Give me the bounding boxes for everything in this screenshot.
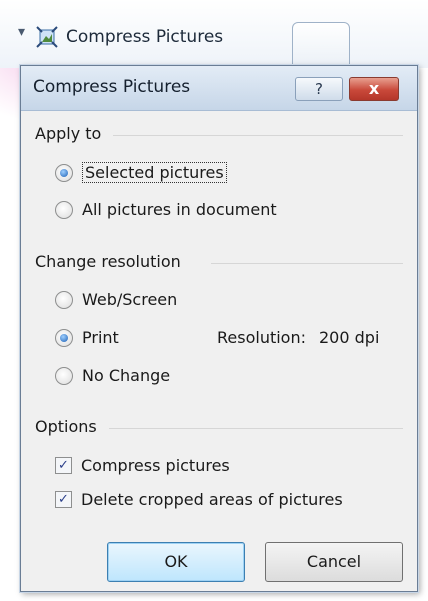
checkbox-delete-cropped-label: Delete cropped areas of pictures (81, 490, 343, 509)
screenshot-stage: ▾ Compress Pictures Compress Pictures ? … (0, 0, 428, 601)
resolution-value: 200 dpi (319, 328, 380, 347)
group-divider (211, 263, 403, 264)
compress-pictures-icon (36, 26, 58, 48)
compress-pictures-ribbon-button[interactable]: Compress Pictures (36, 20, 223, 54)
checkbox-checked[interactable]: ✓ (55, 491, 72, 508)
radio-button-selected[interactable] (55, 328, 73, 347)
radio-web-screen[interactable]: Web/Screen (55, 290, 177, 309)
help-button[interactable]: ? (295, 77, 343, 101)
resolution-label: Resolution: (217, 328, 306, 347)
radio-button[interactable] (55, 290, 73, 309)
options-group-label: Options (35, 417, 97, 436)
ribbon-button-label: Compress Pictures (66, 27, 224, 47)
radio-print[interactable]: Print (55, 328, 119, 347)
group-divider (109, 428, 403, 429)
cancel-button[interactable]: Cancel (265, 542, 403, 582)
checkbox-compress-pictures-label: Compress pictures (81, 456, 230, 475)
ribbon-strip: ▾ Compress Pictures (0, 0, 428, 72)
radio-selected-pictures-label: Selected pictures (82, 162, 227, 183)
dropdown-arrow-icon[interactable]: ▾ (18, 24, 25, 40)
ok-button[interactable]: OK (107, 542, 245, 582)
radio-no-change[interactable]: No Change (55, 366, 170, 385)
close-button[interactable]: x (349, 77, 399, 101)
radio-print-label: Print (82, 328, 119, 347)
compress-pictures-dialog: Compress Pictures ? x Apply to Selected … (20, 65, 418, 592)
apply-to-group-label: Apply to (35, 124, 102, 143)
radio-all-pictures-label: All pictures in document (82, 200, 277, 219)
radio-all-pictures[interactable]: All pictures in document (55, 200, 277, 219)
dialog-title: Compress Pictures (33, 77, 191, 97)
radio-selected-pictures[interactable]: Selected pictures (55, 162, 227, 183)
dialog-titlebar[interactable]: Compress Pictures ? x (21, 66, 417, 111)
checkbox-compress-pictures[interactable]: ✓ Compress pictures (55, 456, 230, 475)
checkbox-delete-cropped[interactable]: ✓ Delete cropped areas of pictures (55, 490, 343, 509)
checkbox-checked[interactable]: ✓ (55, 457, 72, 474)
radio-no-change-label: No Change (82, 366, 171, 385)
radio-button[interactable] (55, 366, 73, 385)
change-resolution-group-label: Change resolution (35, 252, 181, 271)
group-divider (113, 135, 403, 136)
radio-web-screen-label: Web/Screen (82, 290, 178, 309)
radio-button-selected[interactable] (55, 163, 73, 182)
radio-button[interactable] (55, 200, 73, 219)
